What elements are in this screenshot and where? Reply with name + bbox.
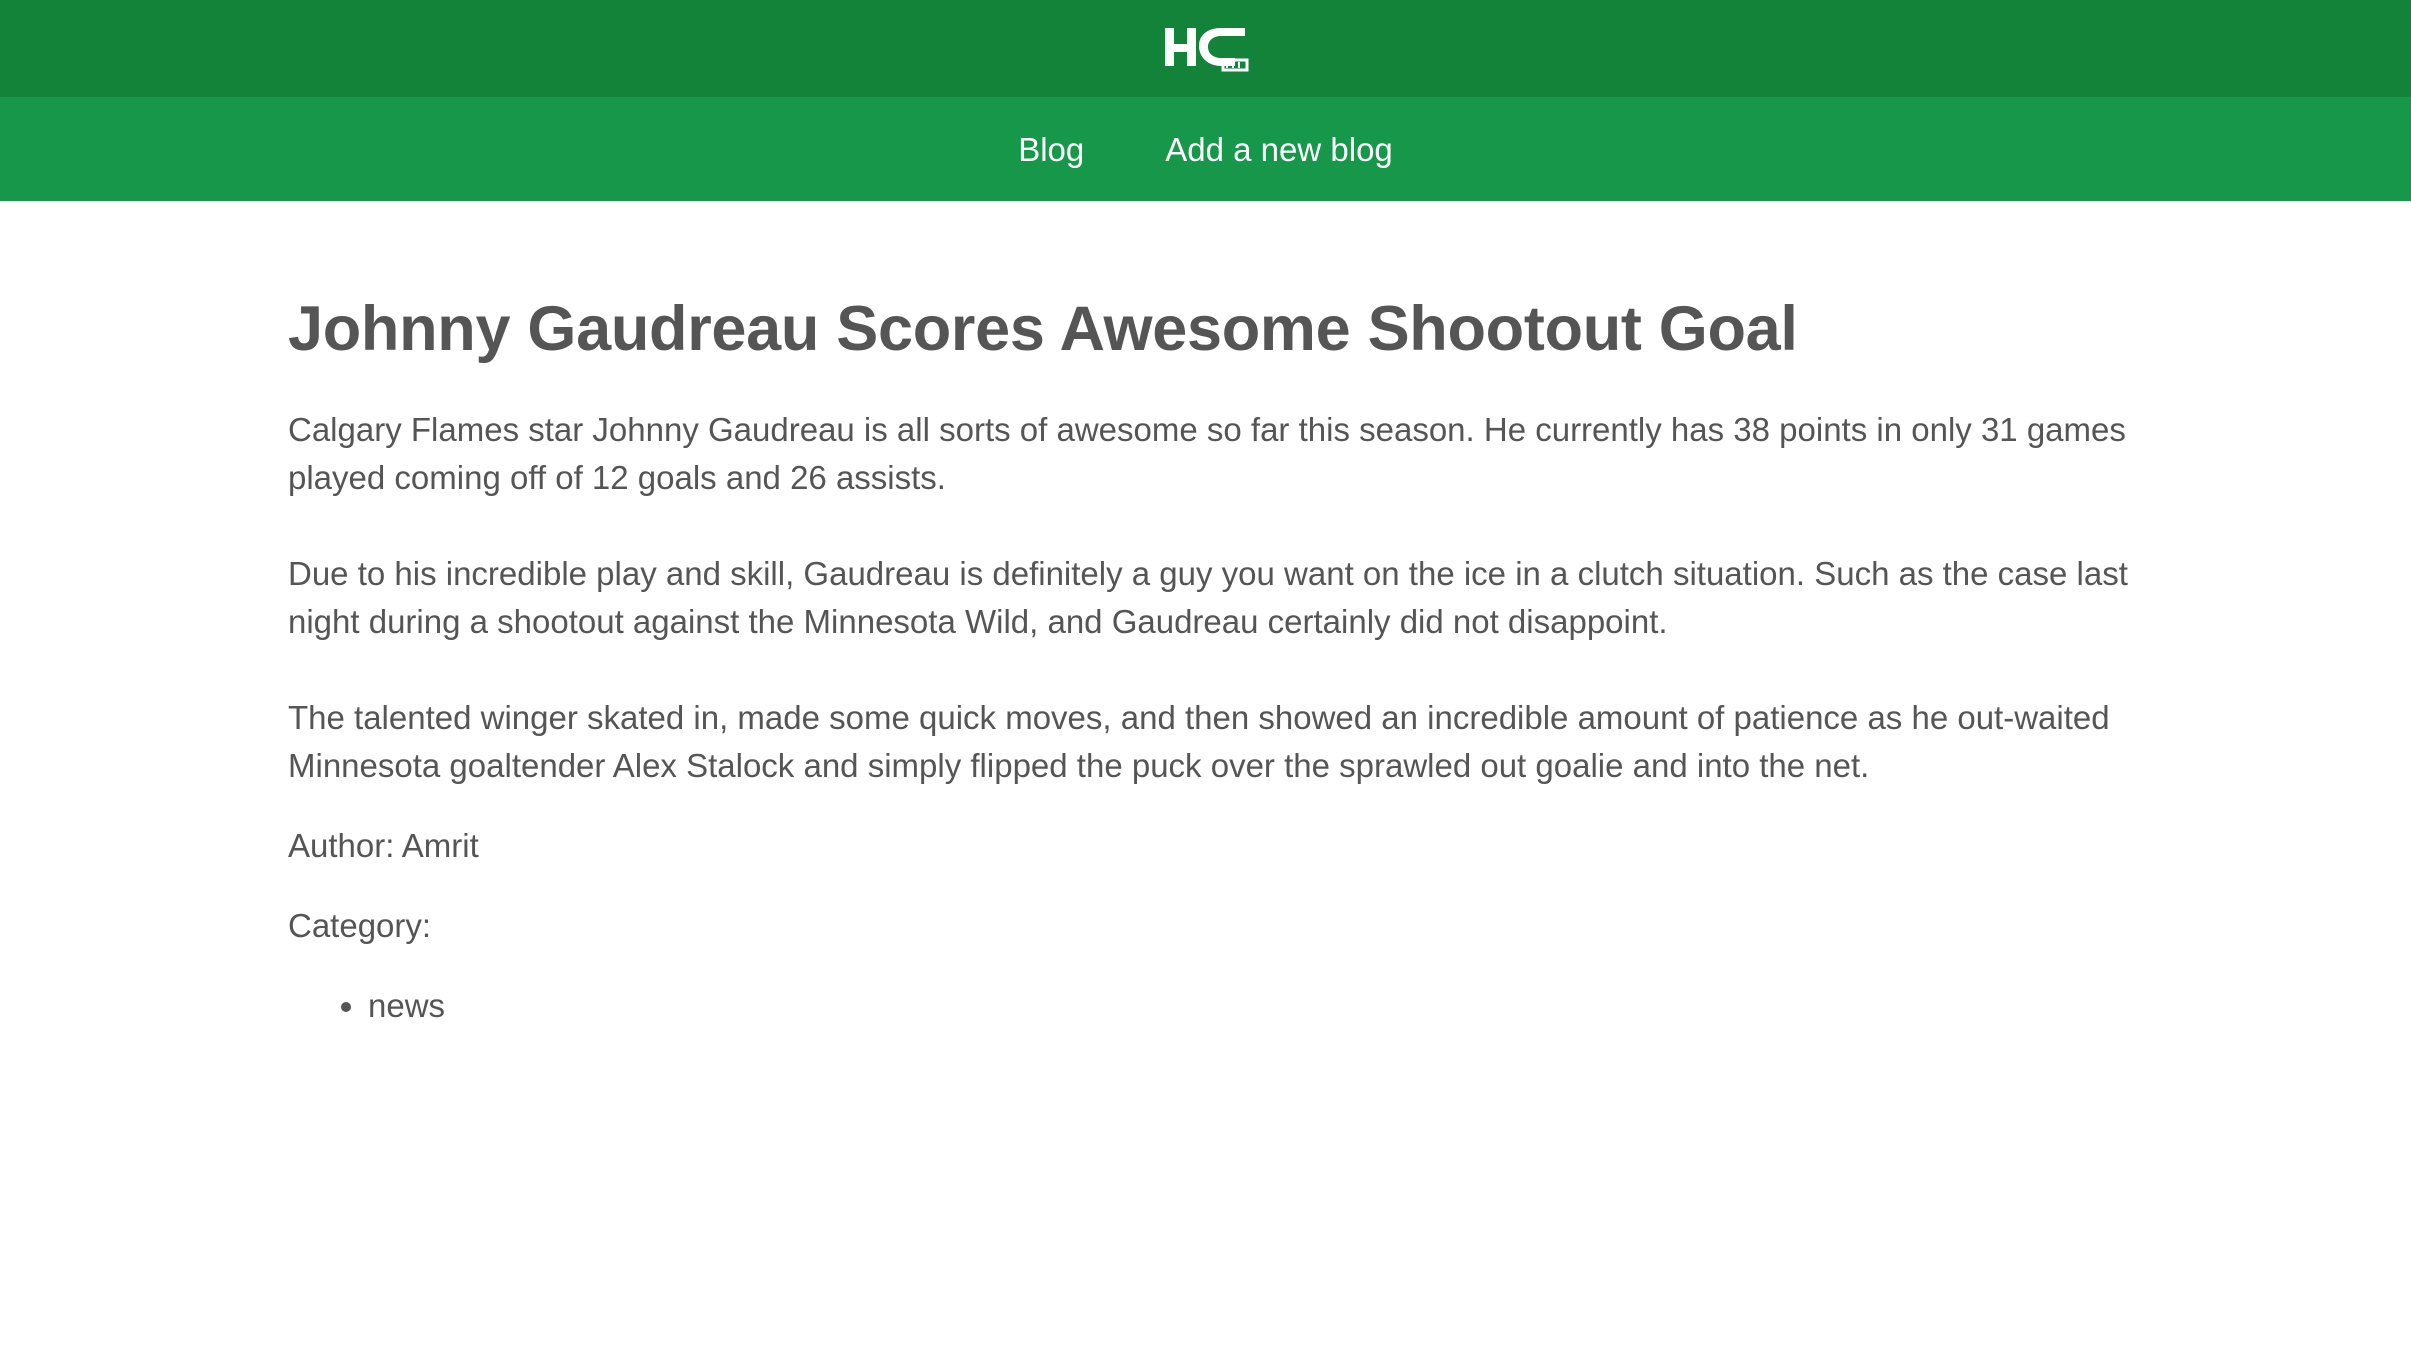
main-nav: Blog Add a new blog (0, 97, 2411, 201)
top-header (0, 0, 2411, 97)
category-item: news (368, 982, 2148, 1030)
post-paragraph: Calgary Flames star Johnny Gaudreau is a… (288, 411, 2126, 496)
post-paragraph: The talented winger skated in, made some… (288, 699, 2110, 784)
nav-link-blog[interactable]: Blog (1018, 133, 1084, 166)
post-title: Johnny Gaudreau Scores Awesome Shootout … (288, 294, 1798, 364)
nav-link-add-new-blog[interactable]: Add a new blog (1165, 133, 1393, 166)
category-list: news (288, 982, 2148, 1030)
category-label: Category: (288, 907, 432, 944)
post-paragraph: Due to his incredible play and skill, Ga… (288, 555, 2128, 640)
logo-icon (1164, 27, 1248, 71)
post-author: Author: Amrit (288, 827, 479, 864)
blog-post: Johnny Gaudreau Scores Awesome Shootout … (288, 290, 2148, 1030)
post-body: Calgary Flames star Johnny Gaudreau is a… (288, 406, 2148, 790)
site-logo[interactable] (1163, 24, 1249, 74)
